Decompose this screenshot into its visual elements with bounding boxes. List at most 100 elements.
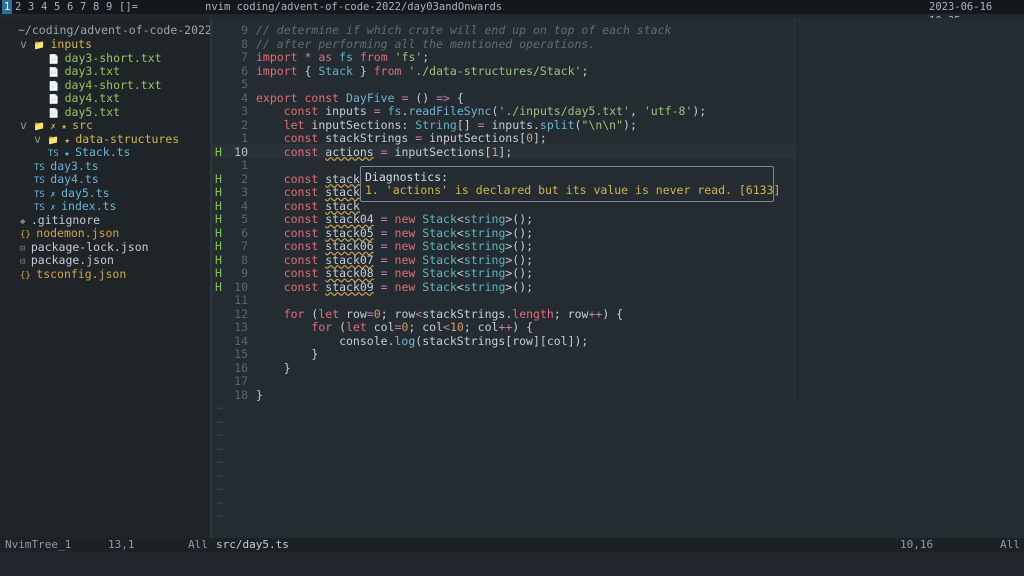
current-file: src/day5.ts: [216, 538, 289, 551]
json-icon: {}: [20, 270, 37, 281]
code-line[interactable]: const actions = inputSections[1];: [256, 145, 513, 160]
code-line[interactable]: export const DayFive = () => {: [256, 91, 464, 106]
tree-item-label: package.json: [30, 253, 114, 267]
code-line[interactable]: const stack: [256, 172, 360, 187]
workspace-10[interactable]: []=: [119, 0, 138, 14]
file-tree-panel[interactable]: ~/coding/advent-of-code-2022 v 📁 inputs 📄…: [0, 18, 212, 538]
line-number: 3: [241, 104, 248, 118]
code-line[interactable]: for (let col=0; col<10; col++) {: [256, 320, 533, 335]
tree-item[interactable]: 📄 day4.txt: [48, 91, 121, 106]
code-line[interactable]: }: [256, 347, 318, 362]
line-number: 1: [241, 131, 248, 145]
line-number: 1: [241, 158, 248, 172]
folder-icon: 📁 ★: [47, 135, 76, 146]
txt-icon: 📄: [48, 68, 65, 78]
code-line[interactable]: const stack04 = new Stack<string>();: [256, 212, 533, 227]
tree-item[interactable]: v 📁 ✗ ★ src: [20, 118, 93, 133]
empty-line-marker: ~: [216, 495, 223, 510]
empty-line-marker: ~: [216, 401, 223, 415]
git-sign: H: [215, 212, 222, 226]
workspace-7[interactable]: 7: [80, 0, 86, 14]
git-sign: H: [215, 266, 222, 280]
diagnostics-message: 1. 'actions' is declared but its value i…: [365, 183, 781, 197]
code-line[interactable]: let inputSections: String[] = inputs.spl…: [256, 118, 637, 133]
tree-item[interactable]: 📄 day3.txt: [48, 64, 121, 79]
code-line[interactable]: console.log(stackStrings[row][col]);: [256, 334, 588, 349]
line-number: 11: [234, 293, 248, 307]
code-line[interactable]: const stack08 = new Stack<string>();: [256, 266, 533, 281]
git-sign: H: [215, 225, 222, 240]
json-icon: {}: [20, 230, 37, 240]
tree-item-label: inputs: [50, 37, 93, 51]
line-number: 14: [234, 333, 248, 348]
tree-item-label: day5.txt: [64, 104, 121, 119]
workspace-9[interactable]: 9: [106, 0, 112, 14]
code-line[interactable]: const inputs = fs.readFileSync('./inputs…: [256, 104, 706, 119]
tree-item[interactable]: TS day4.ts: [34, 172, 99, 187]
code-line[interactable]: const stack09 = new Stack<string>();: [256, 280, 533, 295]
tree-item[interactable]: 📄 day4-short.txt: [48, 77, 162, 93]
code-line[interactable]: // determine if which crate will end up …: [256, 23, 671, 38]
code-line[interactable]: // after performing all the mentioned op…: [256, 37, 595, 52]
tree-item-label: package-lock.json: [30, 239, 149, 254]
git-sign: H: [215, 239, 222, 253]
tree-item[interactable]: TS ✗ day5.ts: [34, 185, 110, 201]
empty-line-marker: ~: [216, 414, 223, 429]
workspace-5[interactable]: 5: [54, 0, 60, 14]
line-number: 5: [241, 77, 248, 91]
tree-item[interactable]: 📄 day5.txt: [48, 104, 121, 120]
code-line[interactable]: }: [256, 388, 263, 403]
tree-item[interactable]: {} nodemon.json: [20, 226, 119, 241]
line-number: 7: [241, 50, 248, 64]
editor-cursor-pos: 10,16: [900, 538, 934, 551]
tree-item[interactable]: ⊟ package.json: [20, 253, 114, 268]
empty-line-marker: ~: [216, 482, 223, 496]
workspace-6[interactable]: 6: [67, 0, 73, 14]
tree-item-label: day3.txt: [64, 64, 121, 78]
code-line[interactable]: import { Stack } from './data-structures…: [256, 64, 588, 79]
tree-item-label: day5.ts: [61, 185, 110, 200]
ts-icon: TS: [34, 162, 51, 173]
system-topbar: 1 2 3 4 5 6 7 8 9 []= nvim coding/advent-of-code-…: [0, 0, 1024, 27]
tree-item[interactable]: ⊟ package-lock.json: [20, 239, 149, 255]
code-line[interactable]: const stack05 = new Stack<string>();: [256, 226, 533, 241]
tree-item-label: src: [72, 118, 93, 132]
tree-item[interactable]: v 📁 ★ data-structures: [34, 132, 179, 147]
tree-item[interactable]: TS ✗ index.ts: [34, 199, 116, 214]
line-number: 13: [234, 320, 248, 334]
code-line[interactable]: for (let row=0; row<stackStrings.length;…: [256, 307, 623, 322]
line-number: 17: [234, 374, 248, 388]
workspace-1[interactable]: 1: [2, 0, 13, 14]
empty-line-marker: ~: [216, 455, 223, 469]
tree-item[interactable]: v 📁 inputs: [20, 37, 93, 52]
code-line[interactable]: }: [256, 361, 291, 376]
tree-item[interactable]: TS ★ Stack.ts: [48, 145, 130, 160]
tree-item[interactable]: TS day3.ts: [34, 159, 99, 174]
workspace-8[interactable]: 8: [93, 0, 99, 14]
ts-icon: TS: [34, 176, 51, 186]
git-sign: H: [215, 144, 222, 159]
line-number: 4: [241, 90, 248, 105]
folder-icon: 📁: [33, 41, 51, 51]
tree-item-label: day4-short.txt: [64, 77, 162, 92]
workspace-4[interactable]: 4: [41, 0, 47, 14]
tree-item-label: day4.txt: [64, 91, 121, 105]
tree-item[interactable]: {} tsconfig.json: [20, 267, 126, 282]
empty-line-marker: ~: [216, 509, 223, 523]
code-line[interactable]: const stackStrings = inputSections[0];: [256, 131, 547, 146]
tree-item-label: .gitignore: [30, 212, 101, 227]
code-line[interactable]: import * as fs from 'fs';: [256, 50, 429, 65]
code-line[interactable]: const stack: [256, 185, 360, 200]
workspace-3[interactable]: 3: [28, 0, 34, 14]
workspace-2[interactable]: 2: [15, 0, 21, 14]
tree-item[interactable]: 📄 day3-short.txt: [48, 51, 162, 66]
line-number: 18: [234, 387, 248, 402]
code-line[interactable]: const stack07 = new Stack<string>();: [256, 253, 533, 268]
code-line[interactable]: const stack: [256, 199, 360, 214]
line-number: 6: [241, 63, 248, 78]
code-line[interactable]: const stack06 = new Stack<string>();: [256, 239, 533, 254]
ts-icon: TS ✗: [34, 189, 62, 200]
tree-item[interactable]: ◆ .gitignore: [20, 212, 101, 228]
git-sign: H: [215, 252, 222, 267]
statusline: NvimTree_1 13,1 All src/day5.ts 10,16 Al…: [0, 538, 1024, 552]
